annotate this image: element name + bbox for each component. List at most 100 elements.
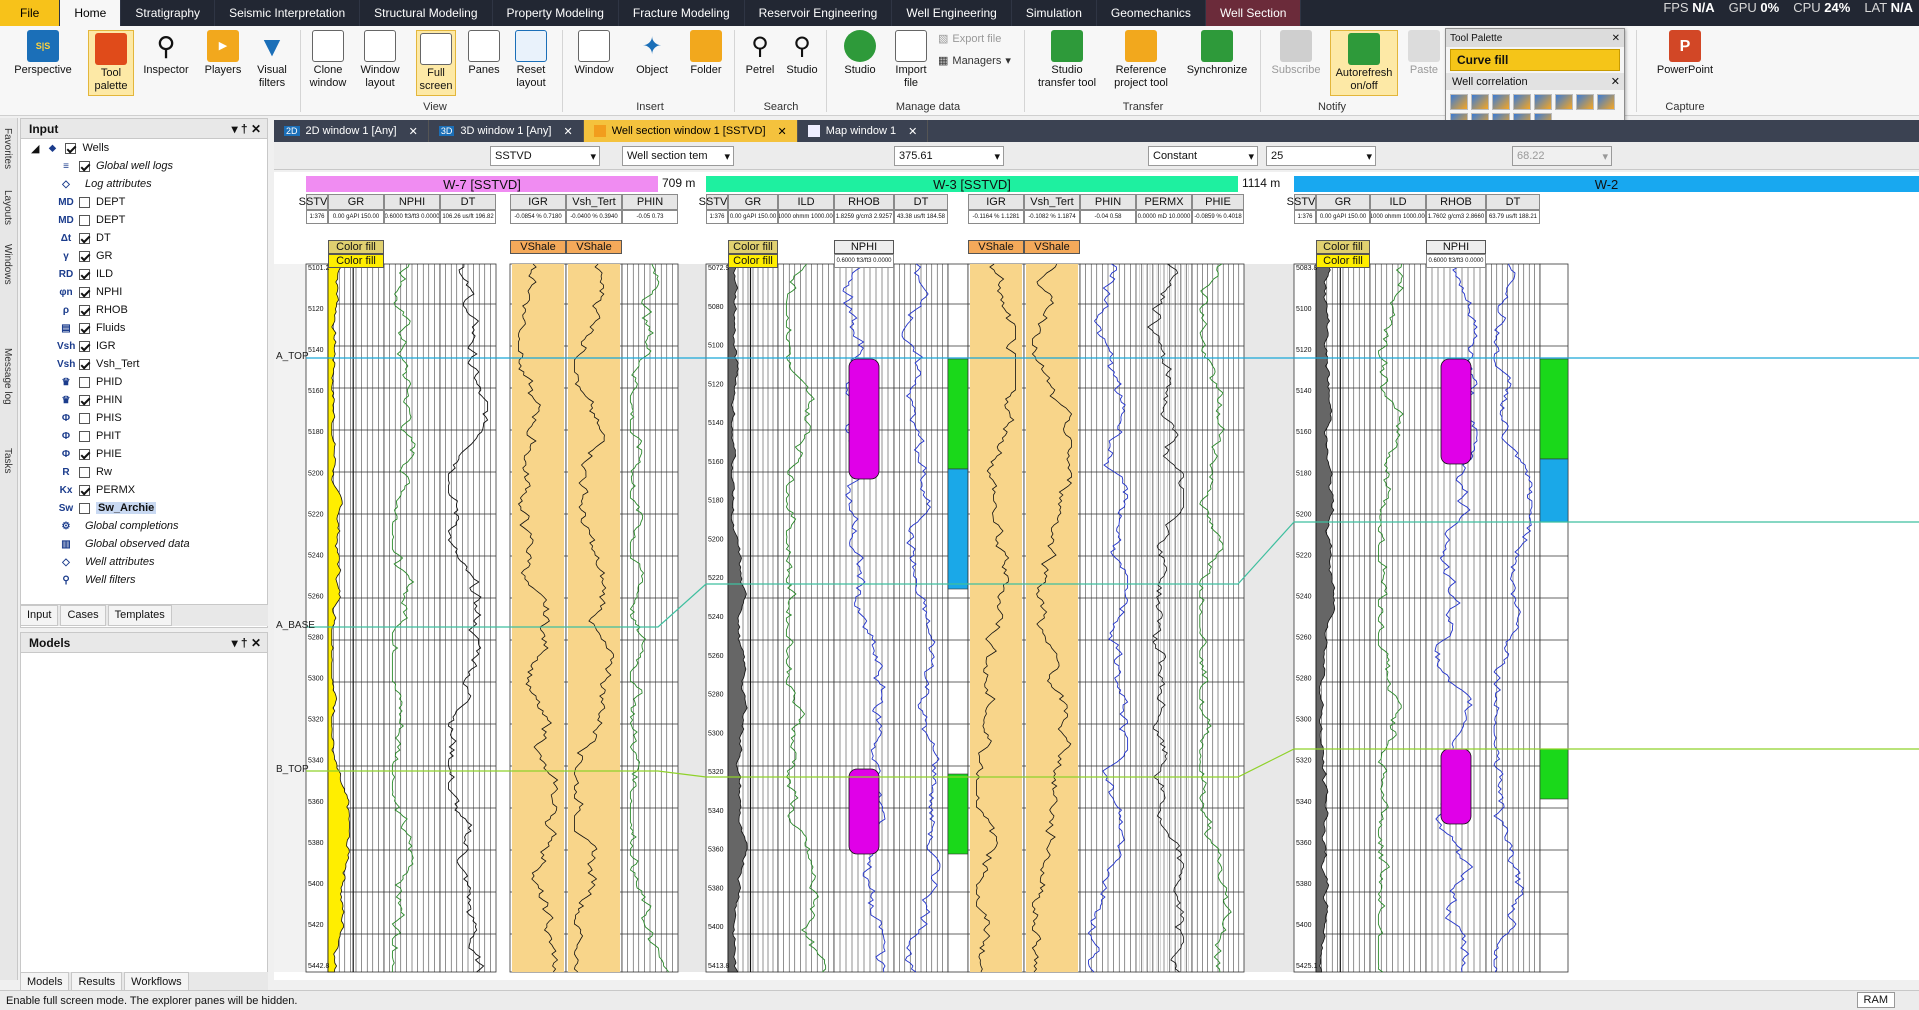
object-button[interactable]: ✦ Object [630,30,674,77]
tab-models[interactable]: Models [20,972,70,992]
track-header[interactable]: RHOB [1426,194,1486,210]
close-icon[interactable]: ✕ [908,125,917,138]
tab-workflows[interactable]: Workflows [124,972,189,992]
palette-tool-icon[interactable] [1513,94,1531,110]
perspective-button[interactable]: S|S Perspective [10,30,76,77]
track-header[interactable]: Vsh_Tert [1024,194,1080,210]
nphi-overlay-label[interactable]: NPHI [1426,240,1486,254]
track-header[interactable]: IGR [510,194,566,210]
tree-checkbox[interactable] [79,322,90,334]
well-header[interactable]: W-3 [SSTVD] [706,176,1238,192]
track-header[interactable]: DT [1486,194,1540,210]
tab-home[interactable]: Home [60,0,122,26]
clone-window-button[interactable]: Clone window [306,30,350,90]
track-header[interactable]: ILD [1370,194,1426,210]
tree-checkbox[interactable] [79,358,90,370]
managers-button[interactable]: ▦ Managers ▾ [938,54,1011,68]
tree-item[interactable]: ⚙ Global completions [21,517,267,535]
track-header[interactable]: Vsh_Tert [566,194,622,210]
tree-item[interactable]: Kx PERMX [21,481,267,499]
window-button[interactable]: Window [570,30,618,77]
tree-item[interactable]: Φ PHIT [21,427,267,445]
tree-checkbox[interactable] [79,196,90,208]
nphi-overlay-label[interactable]: NPHI [834,240,894,254]
tree-item[interactable]: Sw Sw_Archie [21,499,267,517]
vshale-fill-label[interactable]: VShale [968,240,1024,254]
track-header[interactable]: GR [1316,194,1370,210]
close-icon[interactable]: ✕ [1612,33,1620,44]
tree-item[interactable]: ♛ PHID [21,373,267,391]
tree-checkbox[interactable] [79,304,90,316]
tree-item[interactable]: Δt DT [21,229,267,247]
studio-search-button[interactable]: ⚲ Studio [782,30,822,77]
fill-mode-select[interactable]: Constant ▾ [1148,146,1258,166]
tree-item[interactable]: Φ PHIS [21,409,267,427]
well-header[interactable]: W-7 [SSTVD] [306,176,658,192]
import-file-button[interactable]: Import file [890,30,932,90]
tree-item[interactable]: ◇ Log attributes [21,175,267,193]
export-file-button[interactable]: ▧ Export file [938,32,1001,46]
count-select[interactable]: 25 ▾ [1266,146,1376,166]
well-correlation-section[interactable]: Well correlation ✕ [1446,73,1624,90]
inspector-button[interactable]: ⚲ Inspector [140,30,192,77]
tree-checkbox[interactable] [79,466,90,478]
message-log-tab[interactable]: Message log [2,348,13,405]
favorites-tab[interactable]: Favorites [2,128,13,169]
tree-item[interactable]: Φ PHIE [21,445,267,463]
tree-checkbox[interactable] [79,448,90,460]
players-button[interactable]: ▶ Players [200,30,246,77]
color-fill-label[interactable]: Color fill [328,254,384,268]
tree-item[interactable]: MD DEPT [21,193,267,211]
horizon-label[interactable]: A_TOP [276,351,309,362]
palette-tool-icon[interactable] [1555,94,1573,110]
tab-map-window[interactable]: Map window 1 ✕ [798,120,929,142]
tree-item[interactable]: Vsh Vsh_Tert [21,355,267,373]
reference-project-tool-button[interactable]: Reference project tool [1106,30,1176,90]
powerpoint-button[interactable]: P PowerPoint [1650,30,1720,77]
palette-tool-icon[interactable] [1450,94,1468,110]
curve-fill-tool[interactable]: Curve fill [1450,49,1620,71]
color-fill-label[interactable]: Color fill [1316,254,1370,268]
tab-reservoir-engineering[interactable]: Reservoir Engineering [745,0,893,26]
close-icon[interactable]: ✕ [1611,75,1620,88]
vshale-fill-label[interactable]: VShale [566,240,622,254]
tab-2d-window[interactable]: 2D 2D window 1 [Any] ✕ [274,120,429,142]
autorefresh-button[interactable]: Autorefresh on/off [1330,30,1398,96]
tree-item[interactable]: ⚲ Well filters [21,571,267,589]
horizon-label[interactable]: B_TOP [276,764,309,775]
tree-item[interactable]: ♛ PHIN [21,391,267,409]
tasks-tab[interactable]: Tasks [2,448,13,474]
window-layout-button[interactable]: Window layout [358,30,402,90]
palette-tool-icon[interactable] [1492,94,1510,110]
track-header[interactable]: SSTVD [299,194,335,210]
tree-item[interactable]: ◇ Well attributes [21,553,267,571]
tab-simulation[interactable]: Simulation [1012,0,1097,26]
tree-checkbox[interactable] [79,214,90,226]
tab-3d-window[interactable]: 3D 3D window 1 [Any] ✕ [429,120,584,142]
track-header[interactable]: GR [728,194,778,210]
panel-pin-close-icons[interactable]: ▾ † ✕ [232,636,261,650]
tab-well-section-window[interactable]: Well section window 1 [SSTVD] ✕ [583,120,798,142]
track-header[interactable]: RHOB [834,194,894,210]
tree-item[interactable]: ▤ Fluids [21,319,267,337]
reset-layout-button[interactable]: Reset layout [510,30,552,90]
studio-transfer-tool-button[interactable]: Studio transfer tool [1032,30,1102,90]
track-header[interactable]: PERMX [1136,194,1192,210]
synchronize-button[interactable]: Synchronize [1184,30,1250,77]
track-header[interactable]: DT [894,194,948,210]
tab-well-engineering[interactable]: Well Engineering [892,0,1012,26]
studio-button[interactable]: Studio [838,30,882,77]
tree-checkbox[interactable] [79,286,90,298]
paste-button[interactable]: Paste [1404,30,1444,77]
tab-geomechanics[interactable]: Geomechanics [1097,0,1206,26]
tab-file[interactable]: File [0,0,61,26]
tree-checkbox[interactable] [79,394,90,406]
close-icon[interactable]: ✕ [409,125,418,138]
tree-checkbox[interactable] [79,340,90,352]
color-fill-label[interactable]: Color fill [728,240,778,254]
full-screen-button[interactable]: Full screen [416,30,456,96]
tree-item[interactable]: MD DEPT [21,211,267,229]
track-header[interactable]: PHIN [622,194,678,210]
tree-item[interactable]: ≡ Global well logs [21,157,267,175]
tree-checkbox[interactable] [79,160,90,172]
